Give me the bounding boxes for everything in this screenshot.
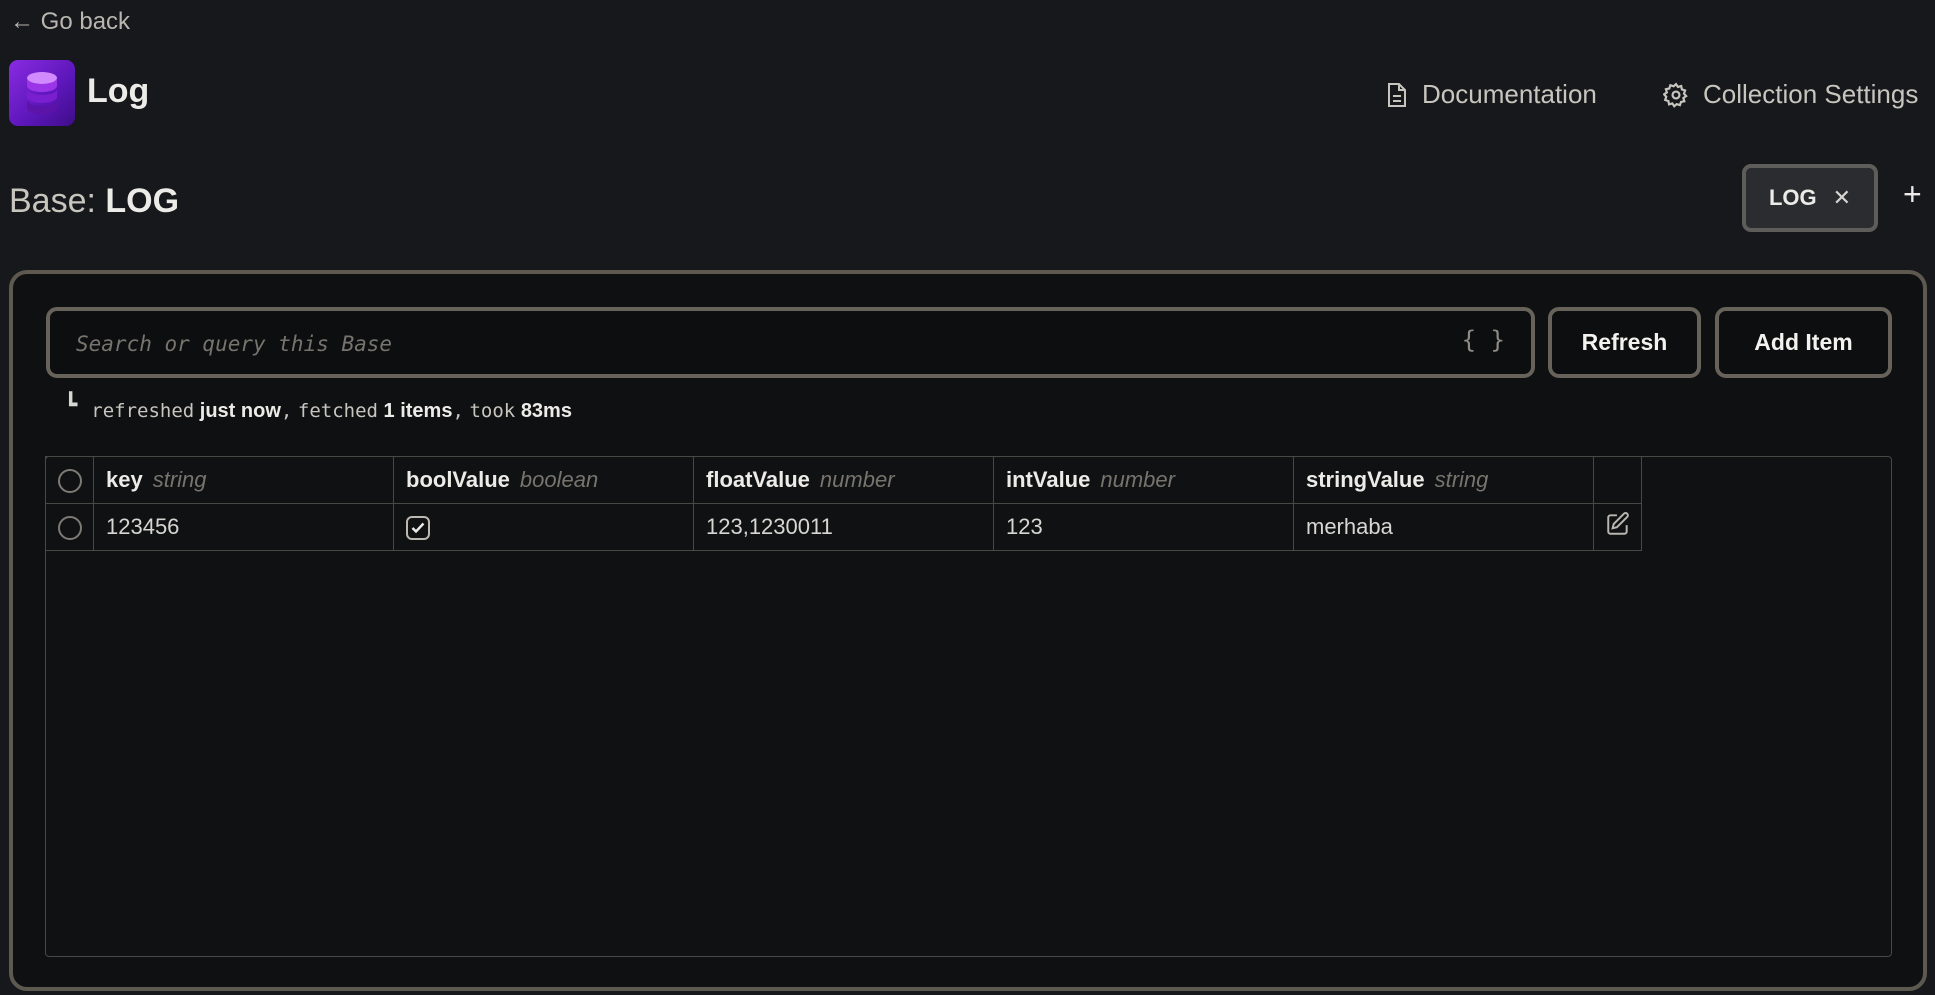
status-fetched-value: 1 items: [383, 400, 453, 422]
document-icon: [1386, 82, 1408, 108]
tab-log[interactable]: LOG ✕: [1742, 164, 1878, 232]
cell-key[interactable]: 123456: [93, 503, 394, 551]
add-item-button[interactable]: Add Item: [1715, 307, 1892, 378]
column-header-key[interactable]: key string: [93, 456, 394, 504]
status-took-text: took: [469, 400, 516, 422]
status-refreshed-value: just now: [199, 400, 281, 422]
status-took-value: 83ms: [520, 400, 572, 422]
column-header-floatvalue[interactable]: floatValue number: [693, 456, 994, 504]
column-type: boolean: [519, 467, 599, 492]
query-mode-icon[interactable]: { }: [1462, 326, 1505, 354]
status-sep: ,: [452, 400, 464, 422]
status-fetched-text: fetched: [297, 400, 378, 422]
table-header-row: key string boolValue boolean floatValue num…: [45, 456, 1642, 504]
status-refreshed-text: refreshed: [91, 400, 195, 422]
column-name: stringValue: [1306, 467, 1425, 492]
collection-header: Log Documentation Collection Settings: [9, 60, 1935, 126]
database-icon: [9, 60, 75, 126]
go-back-link[interactable]: ← Go back: [10, 8, 130, 36]
search-box: { }: [46, 307, 1535, 378]
add-tab-icon[interactable]: +: [1903, 178, 1922, 210]
cell-stringvalue[interactable]: merhaba: [1293, 503, 1594, 551]
gear-icon: [1663, 82, 1689, 108]
row-select-cell: [45, 503, 94, 551]
base-title: Base: LOG: [9, 182, 179, 221]
collection-settings-label: Collection Settings: [1703, 79, 1919, 109]
column-type: string: [152, 467, 207, 492]
base-prefix: Base:: [9, 182, 96, 220]
checkbox-checked-icon[interactable]: [406, 516, 430, 541]
base-name: LOG: [105, 182, 180, 220]
documentation-label: Documentation: [1422, 79, 1597, 109]
search-input[interactable]: [74, 311, 1458, 376]
collection-settings-link[interactable]: Collection Settings: [1663, 79, 1918, 110]
row-select-checkbox[interactable]: [57, 516, 82, 541]
corner-glyph: ┗: [64, 393, 78, 418]
close-icon[interactable]: ✕: [1833, 185, 1851, 211]
data-table: key string boolValue boolean floatValue num…: [45, 456, 1642, 551]
column-type: number: [819, 467, 895, 492]
actions-header: [1593, 456, 1642, 504]
documentation-link[interactable]: Documentation: [1386, 79, 1597, 110]
column-header-intvalue[interactable]: intValue number: [993, 456, 1294, 504]
column-name: intValue: [1006, 467, 1091, 492]
edit-icon[interactable]: [1605, 511, 1631, 543]
column-header-stringvalue[interactable]: stringValue string: [1293, 456, 1594, 504]
column-name: key: [106, 467, 143, 492]
fetch-status: ┗ refreshed just now , fetched 1 items ,…: [64, 393, 572, 423]
row-actions-cell: [1593, 503, 1642, 551]
column-name: boolValue: [406, 467, 510, 492]
cell-boolvalue[interactable]: [393, 503, 694, 551]
column-type: number: [1100, 467, 1175, 492]
select-all-checkbox[interactable]: [57, 469, 82, 494]
column-header-boolvalue[interactable]: boolValue boolean: [393, 456, 694, 504]
cell-floatvalue[interactable]: 123,1230011: [693, 503, 994, 551]
refresh-button[interactable]: Refresh: [1548, 307, 1701, 378]
status-sep: ,: [280, 400, 293, 422]
cell-intvalue[interactable]: 123: [993, 503, 1294, 551]
tab-label: LOG: [1768, 185, 1817, 210]
table-row[interactable]: 123456 123,1230011 123 merhaba: [45, 503, 1642, 551]
collection-title: Log: [87, 72, 150, 110]
column-name: floatValue: [706, 467, 810, 492]
column-type: string: [1434, 467, 1489, 492]
select-all-cell: [45, 456, 94, 504]
